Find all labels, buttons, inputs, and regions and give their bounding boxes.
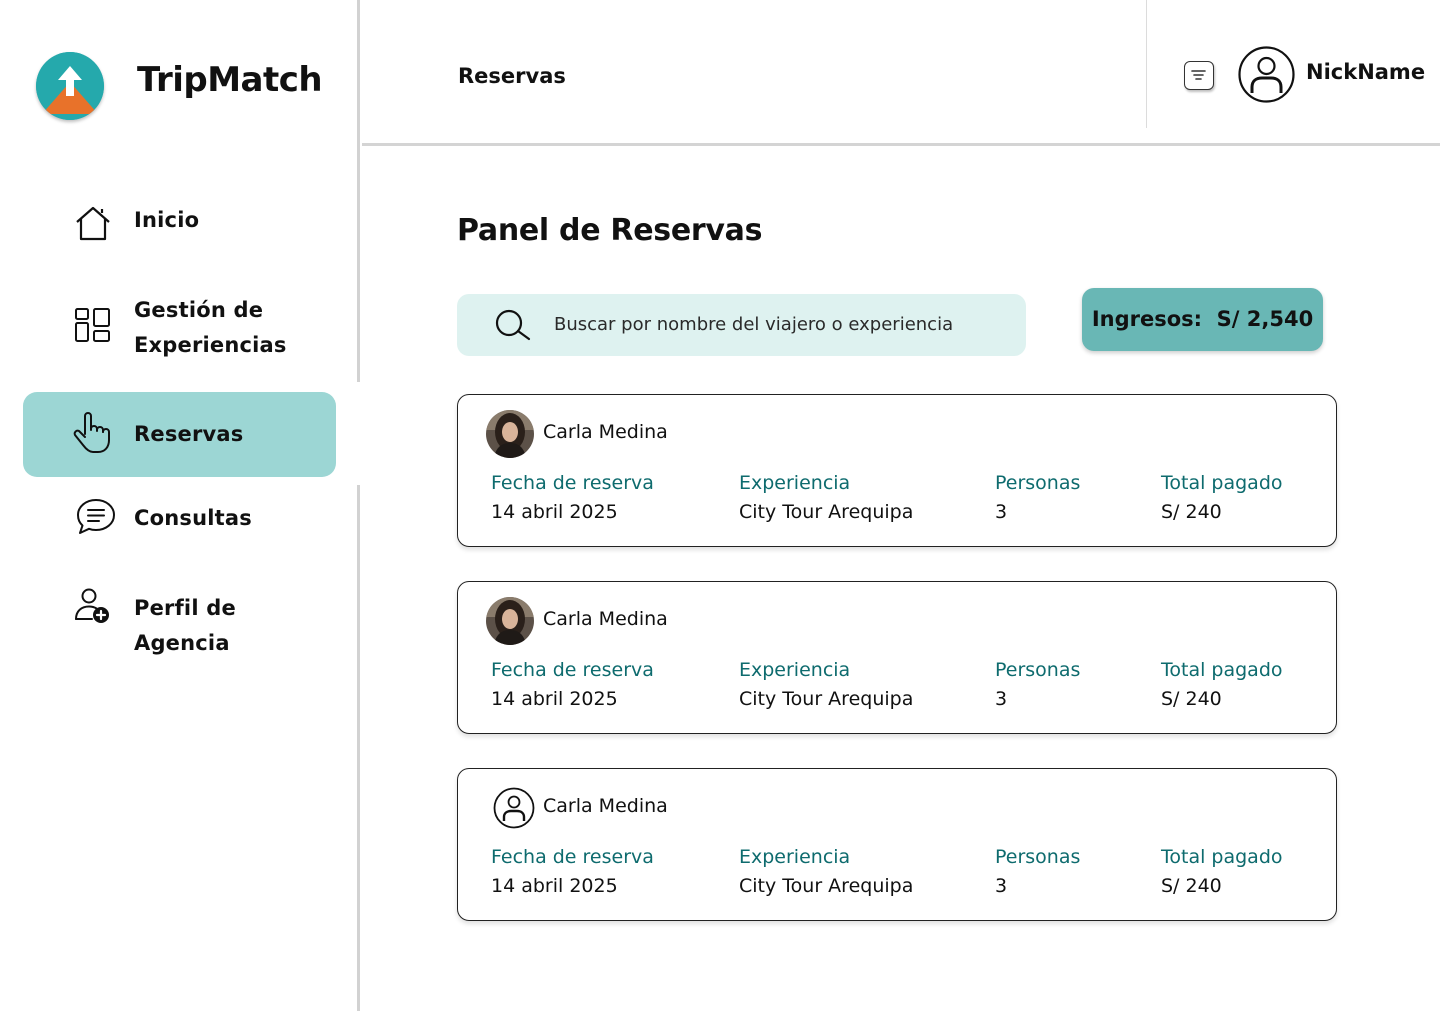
search-input[interactable]: Buscar por nombre del viajero o experien… xyxy=(457,294,1026,356)
sidebar-item-inicio[interactable]: Inicio xyxy=(23,199,336,245)
brand-logo-icon xyxy=(36,52,104,120)
filter-button[interactable] xyxy=(1184,61,1214,90)
header-divider xyxy=(1146,0,1147,128)
total-column: Total pagado S/ 240 xyxy=(1161,469,1283,527)
date-value: 14 abril 2025 xyxy=(491,501,618,523)
total-label: Total pagado xyxy=(1161,472,1283,494)
date-value: 14 abril 2025 xyxy=(491,875,618,897)
traveler-name: Carla Medina xyxy=(543,608,668,630)
experience-value: City Tour Arequipa xyxy=(739,875,914,897)
traveler-avatar xyxy=(486,597,534,645)
page-title: Panel de Reservas xyxy=(457,213,763,248)
header-divider xyxy=(362,143,1440,146)
total-column: Total pagado S/ 240 xyxy=(1161,843,1283,901)
total-value: S/ 240 xyxy=(1161,501,1222,523)
reservation-card[interactable]: Carla Medina Fecha de reserva 14 abril 2… xyxy=(457,394,1337,547)
sidebar-divider xyxy=(357,485,360,1011)
people-value: 3 xyxy=(995,875,1008,897)
total-label: Total pagado xyxy=(1161,659,1283,681)
people-label: Personas xyxy=(995,846,1081,868)
date-column: Fecha de reserva 14 abril 2025 xyxy=(491,843,654,901)
total-column: Total pagado S/ 240 xyxy=(1161,656,1283,714)
filter-icon xyxy=(1191,70,1206,80)
people-column: Personas 3 xyxy=(995,656,1080,714)
date-label: Fecha de reserva xyxy=(491,846,654,868)
sidebar-item-label-line1: Gestión de xyxy=(134,298,264,322)
experience-column: Experiencia City Tour Arequipa xyxy=(739,843,913,901)
traveler-avatar xyxy=(486,410,534,458)
sidebar-item-gestion-experiencias[interactable]: Gestión de Experiencias xyxy=(23,292,336,366)
reservation-card[interactable]: Carla Medina Fecha de reserva 14 abril 2… xyxy=(457,581,1337,734)
date-label: Fecha de reserva xyxy=(491,472,654,494)
total-value: S/ 240 xyxy=(1161,688,1222,710)
people-column: Personas 3 xyxy=(995,469,1080,527)
grid-icon xyxy=(74,307,112,347)
people-label: Personas xyxy=(995,472,1081,494)
page-header-title: Reservas xyxy=(458,64,566,88)
income-badge: Ingresos: S/ 2,540 xyxy=(1082,288,1323,351)
experience-label: Experiencia xyxy=(739,659,851,681)
brand-name: TripMatch xyxy=(137,60,323,100)
chat-bubble-icon xyxy=(75,497,117,541)
hand-pointer-icon xyxy=(71,410,113,458)
people-label: Personas xyxy=(995,659,1081,681)
user-circle-icon[interactable] xyxy=(1238,46,1295,103)
experience-label: Experiencia xyxy=(739,472,851,494)
people-value: 3 xyxy=(995,501,1008,523)
date-value: 14 abril 2025 xyxy=(491,688,618,710)
search-icon xyxy=(492,308,534,346)
experience-column: Experiencia City Tour Arequipa xyxy=(739,469,913,527)
total-label: Total pagado xyxy=(1161,846,1283,868)
home-icon xyxy=(73,204,113,246)
people-value: 3 xyxy=(995,688,1008,710)
sidebar-divider xyxy=(357,0,360,382)
traveler-name: Carla Medina xyxy=(543,421,668,443)
date-column: Fecha de reserva 14 abril 2025 xyxy=(491,656,654,714)
user-nickname[interactable]: NickName xyxy=(1306,60,1425,84)
total-value: S/ 240 xyxy=(1161,875,1222,897)
date-label: Fecha de reserva xyxy=(491,659,654,681)
sidebar-item-label: Consultas xyxy=(134,506,252,530)
search-placeholder: Buscar por nombre del viajero o experien… xyxy=(554,314,954,335)
sidebar-item-reservas[interactable]: Reservas xyxy=(23,392,336,477)
people-column: Personas 3 xyxy=(995,843,1080,901)
user-add-icon xyxy=(74,587,112,631)
sidebar-item-label: Perfil de Agencia xyxy=(134,596,236,655)
experience-column: Experiencia City Tour Arequipa xyxy=(739,656,913,714)
experience-value: City Tour Arequipa xyxy=(739,501,914,523)
sidebar-item-label: Inicio xyxy=(134,208,200,232)
date-column: Fecha de reserva 14 abril 2025 xyxy=(491,469,654,527)
experience-label: Experiencia xyxy=(739,846,851,868)
sidebar-item-consultas[interactable]: Consultas xyxy=(23,496,336,542)
experience-value: City Tour Arequipa xyxy=(739,688,914,710)
sidebar-item-label: Reservas xyxy=(134,422,244,446)
traveler-name: Carla Medina xyxy=(543,795,668,817)
sidebar-item-perfil-agencia[interactable]: Perfil de Agencia xyxy=(23,587,336,655)
sidebar-item-label-line2: Experiencias xyxy=(134,333,287,357)
income-text: Ingresos: S/ 2,540 xyxy=(1091,307,1314,331)
reservation-card[interactable]: Carla Medina Fecha de reserva 14 abril 2… xyxy=(457,768,1337,921)
user-circle-icon xyxy=(493,787,535,829)
